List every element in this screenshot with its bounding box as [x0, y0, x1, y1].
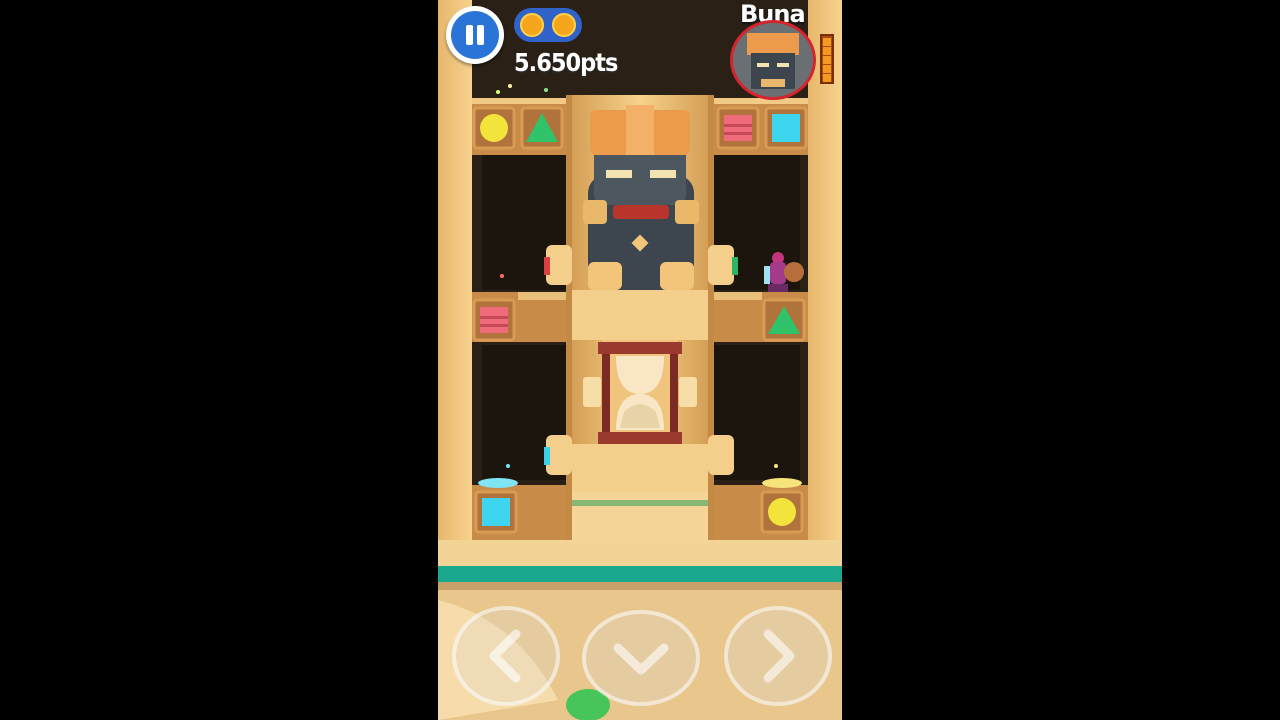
- move-left-button[interactable]: [452, 606, 560, 706]
- game-viewport: 5.650pts Buna: [438, 0, 842, 720]
- pause-button[interactable]: [446, 6, 504, 64]
- score-text: 5.650pts: [514, 48, 618, 77]
- slide-down-button[interactable]: [582, 610, 700, 706]
- boss-health-bar: [820, 34, 834, 84]
- down-arrow-icon: [613, 643, 669, 675]
- coin-icon: [552, 13, 576, 37]
- move-right-button[interactable]: [724, 606, 832, 706]
- left-arrow-icon: [489, 629, 521, 683]
- boss-avatar: [730, 20, 816, 100]
- pause-icon: [451, 11, 499, 59]
- coin-counter: [514, 8, 582, 42]
- coin-icon: [520, 13, 544, 37]
- right-arrow-icon: [763, 629, 795, 683]
- guardian-statue: [583, 105, 699, 290]
